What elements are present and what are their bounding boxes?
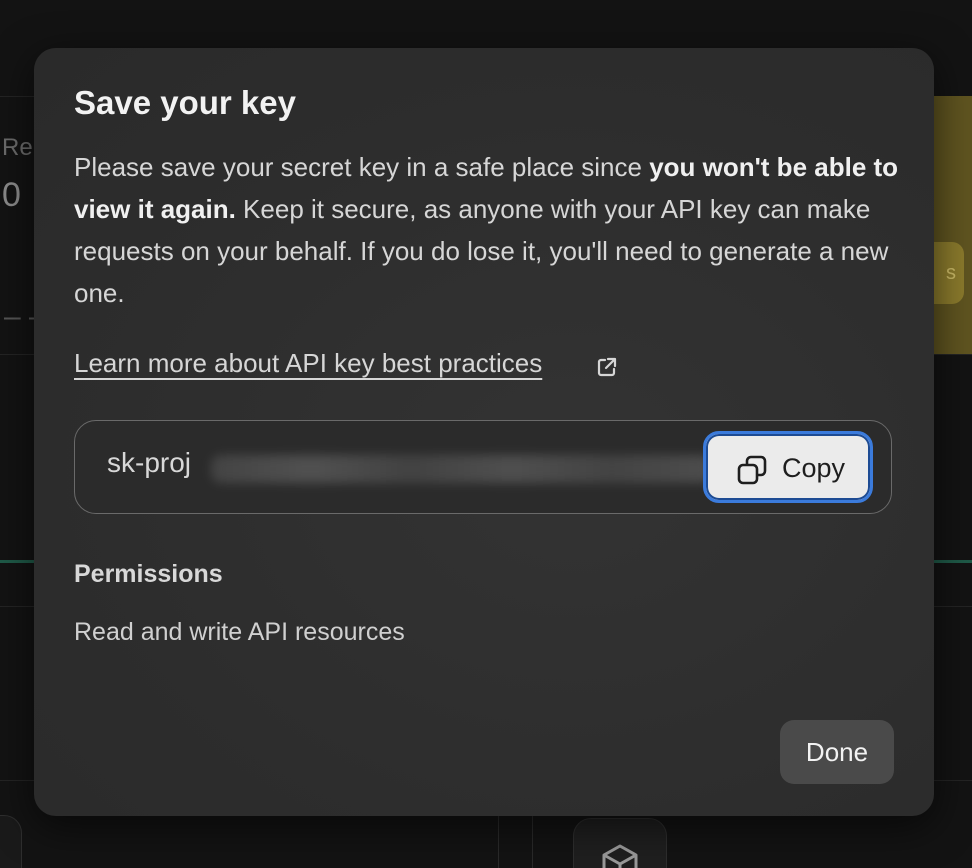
- permissions-value: Read and write API resources: [74, 618, 405, 646]
- permissions-heading: Permissions: [74, 560, 223, 588]
- api-key-obscured: [211, 455, 711, 483]
- copy-button-label: Copy: [782, 453, 846, 483]
- external-link-icon[interactable]: [596, 356, 618, 378]
- background-card: [573, 818, 667, 868]
- api-key-field[interactable]: sk-proj Copy: [74, 420, 892, 514]
- done-button[interactable]: Done: [780, 720, 894, 784]
- save-key-dialog: Save your key Please save your secret ke…: [34, 48, 934, 816]
- background-progress-line: [0, 560, 34, 563]
- cube-icon: [602, 844, 638, 868]
- learn-more-link[interactable]: Learn more about API key best practices: [74, 348, 542, 379]
- dialog-title: Save your key: [74, 84, 296, 121]
- background-stat-label: Re: [2, 134, 33, 161]
- background-card: [0, 815, 22, 868]
- background-stat-value: 0: [2, 176, 21, 214]
- dialog-description: Please save your secret key in a safe pl…: [74, 146, 904, 314]
- api-key-prefix: sk-proj: [107, 447, 192, 478]
- copy-icon: [737, 455, 767, 485]
- background-progress-line: [934, 560, 972, 563]
- description-text: Please save your secret key in a safe pl…: [74, 152, 650, 182]
- copy-button[interactable]: Copy: [703, 431, 873, 503]
